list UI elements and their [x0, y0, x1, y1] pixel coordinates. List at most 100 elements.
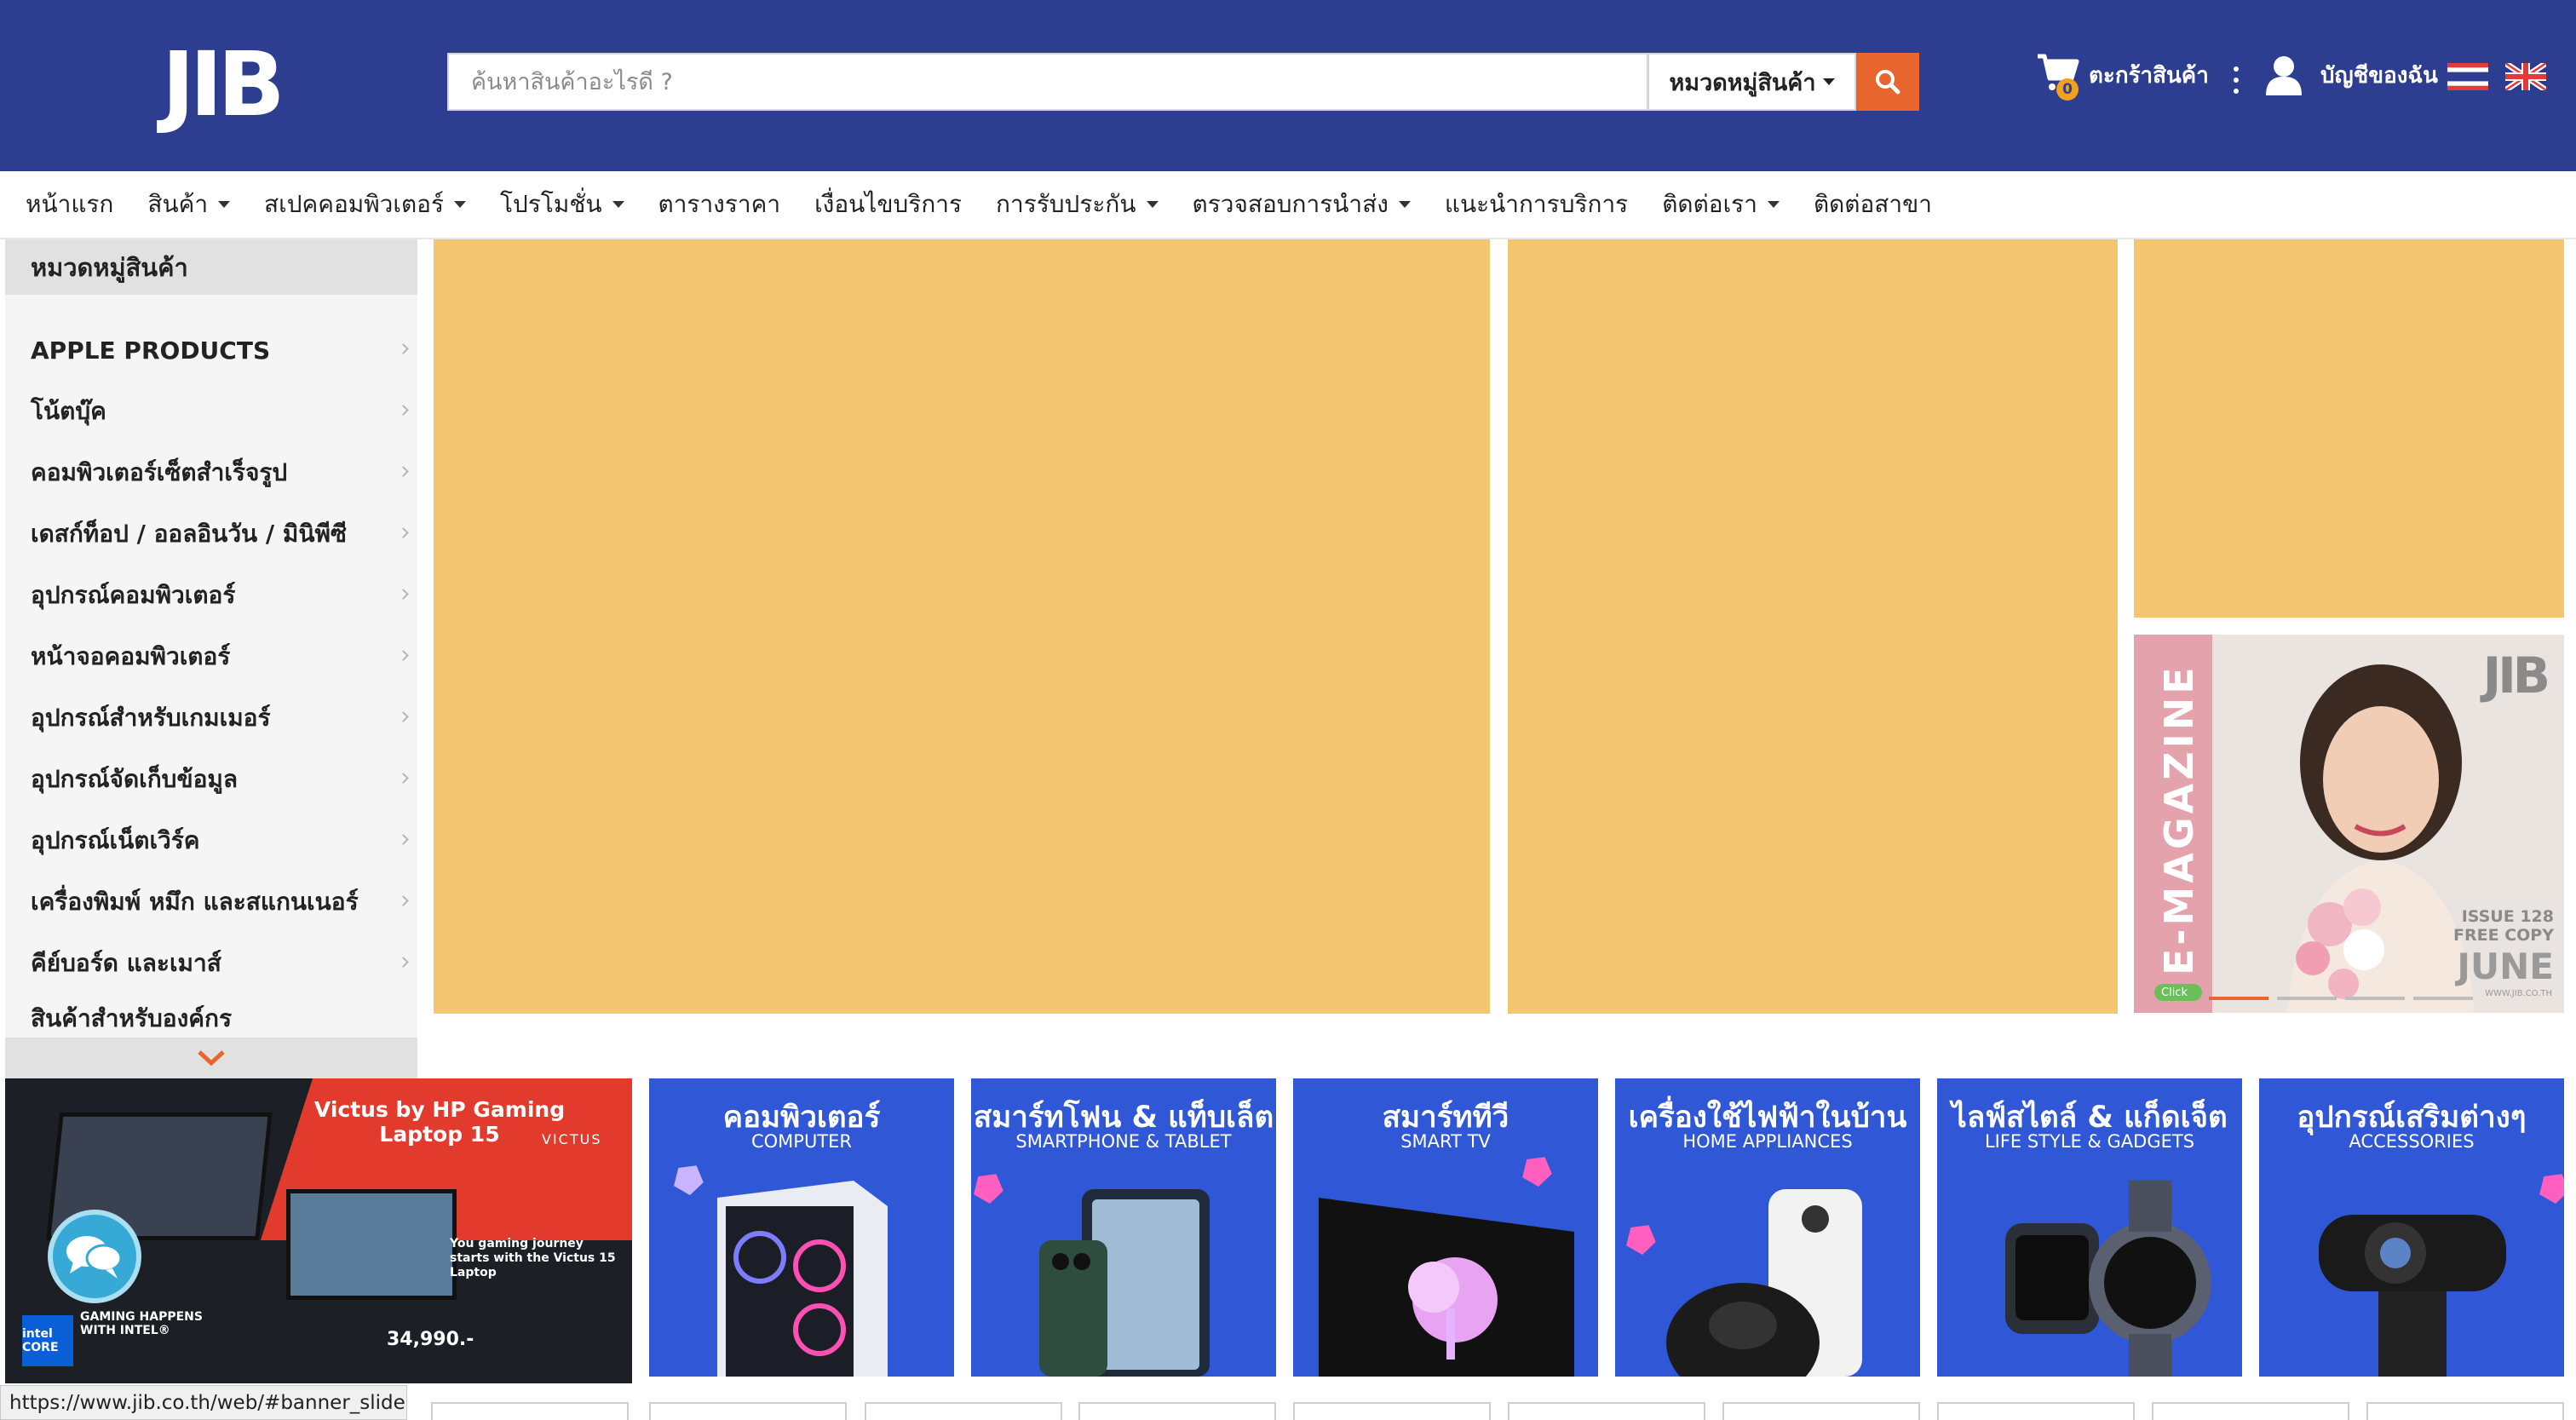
appliance-image	[1666, 1189, 1862, 1377]
category-tile-home-appliances[interactable]: เครื่องใช้ไฟฟ้าในบ้าน HOME APPLIANCES	[1615, 1078, 1920, 1377]
sidebar-item-label: อุปกรณ์สำหรับเกมเมอร์	[31, 704, 271, 732]
tile-subtitle: HOME APPLIANCES	[1682, 1131, 1853, 1152]
category-tile-computer[interactable]: คอมพิวเตอร์ COMPUTER	[649, 1078, 954, 1377]
sidebar-item-label: คีย์บอร์ด และเมาส์	[31, 949, 221, 977]
sidebar-item-storage[interactable]: อุปกรณ์จัดเก็บข้อมูล	[5, 749, 417, 810]
sidebar-item-desktop[interactable]: เดสก์ท็อป / ออลอินวัน / มินิพีซี	[5, 503, 417, 565]
sidebar-item-pc-set[interactable]: คอมพิวเตอร์เซ็ตสำเร็จรูป	[5, 442, 417, 503]
thai-flag-icon[interactable]	[2447, 63, 2488, 90]
category-select[interactable]: หมวดหมู่สินค้า	[1648, 53, 1856, 111]
brand-logo-tile[interactable]	[1508, 1402, 1705, 1420]
nav-track-delivery[interactable]: ตรวจสอบการนำส่ง	[1193, 186, 1411, 223]
search-input[interactable]	[449, 55, 1650, 109]
chevron-right-icon	[398, 895, 409, 906]
sidebar-heading: หมวดหมู่สินค้า	[5, 239, 417, 295]
smartwatch-image	[2005, 1181, 2211, 1377]
account-link[interactable]: บัญชีของฉัน	[2264, 49, 2438, 101]
decor-gem-icon	[1622, 1218, 1661, 1257]
nav-home[interactable]: หน้าแรก	[26, 186, 113, 223]
top-right-banner[interactable]	[2134, 239, 2564, 618]
caret-down-icon	[454, 201, 467, 208]
chat-button[interactable]	[48, 1210, 141, 1303]
decor-gem-icon	[971, 1167, 1009, 1206]
sidebar-item-monitor[interactable]: หน้าจอคอมพิวเตอร์	[5, 626, 417, 687]
caret-down-icon	[1398, 201, 1411, 208]
tile-subtitle: SMART TV	[1400, 1131, 1491, 1152]
jib-logo[interactable]: JIB	[162, 36, 315, 134]
brand-logo-tile[interactable]	[649, 1402, 847, 1420]
side-banner[interactable]	[1508, 239, 2118, 1014]
cart-icon: 0	[2036, 51, 2080, 101]
nav-pc-spec[interactable]: สเปคคอมพิวเตอร์	[264, 186, 467, 223]
brand-logo-tile[interactable]	[2366, 1402, 2564, 1420]
brand-logo-tile[interactable]	[431, 1402, 629, 1420]
sidebar-item-keyboard-mouse[interactable]: คีย์บอร์ด และเมาส์	[5, 933, 417, 994]
sidebar-item-gaming[interactable]: อุปกรณ์สำหรับเกมเมอร์	[5, 687, 417, 749]
victus-title: Victus by HP Gaming Laptop 15	[313, 1097, 566, 1147]
category-tile-smartphone[interactable]: สมาร์ทโฟน & แท็บเล็ต SMARTPHONE & TABLET	[971, 1078, 1276, 1377]
sidebar-item-notebook[interactable]: โน้ตบุ๊ค	[5, 381, 417, 442]
tile-subtitle: LIFE STYLE & GADGETS	[1984, 1131, 2195, 1152]
nav-terms[interactable]: เงื่อนไขบริการ	[814, 186, 962, 223]
nav-branches[interactable]: ติดต่อสาขา	[1814, 186, 1932, 223]
magazine-slide-indicator	[2209, 997, 2481, 1000]
brand-logo-tile[interactable]	[1722, 1402, 1920, 1420]
sidebar-item-label: APPLE PRODUCTS	[31, 336, 271, 365]
nav-contact[interactable]: ติดต่อเรา	[1662, 186, 1780, 223]
brand-logo-tile[interactable]	[865, 1402, 1062, 1420]
phone-tablet-image	[1039, 1189, 1210, 1377]
search-button[interactable]	[1856, 53, 1919, 111]
nav-warranty[interactable]: การรับประกัน	[996, 186, 1159, 223]
magazine-issue-number: ISSUE 128	[2461, 907, 2554, 926]
magazine-cover-model-image	[2287, 664, 2475, 1013]
chevron-right-icon	[398, 405, 409, 416]
nav-label: เงื่อนไขบริการ	[814, 190, 963, 218]
slide-dot[interactable]	[2345, 997, 2405, 1000]
magazine-issue: ISSUE 128 FREE COPY	[2453, 907, 2554, 945]
chevron-right-icon	[398, 589, 409, 600]
main-banner[interactable]	[434, 239, 1490, 1014]
uk-flag-icon[interactable]	[2505, 63, 2546, 90]
sidebar-item-enterprise[interactable]: สินค้าสำหรับองค์กร	[5, 994, 417, 1038]
slide-dot[interactable]	[2277, 997, 2337, 1000]
tile-subtitle: SMARTPHONE & TABLET	[1015, 1131, 1232, 1152]
sidebar-item-network[interactable]: อุปกรณ์เน็ตเวิร์ค	[5, 810, 417, 871]
brand-logo-tile[interactable]	[1937, 1402, 2135, 1420]
nav-label: แนะนำการบริการ	[1444, 190, 1629, 218]
nav-price-list[interactable]: ตารางราคา	[658, 186, 781, 223]
nav-promotion[interactable]: โปรโมชั่น	[500, 186, 624, 223]
sidebar-expand-button[interactable]	[5, 1038, 417, 1078]
slide-dot[interactable]	[2209, 997, 2268, 1000]
chevron-right-icon	[398, 711, 409, 722]
page: JIB หมวดหมู่สินค้า 0 ตะกร้า	[0, 0, 2576, 1420]
sidebar-item-printer[interactable]: เครื่องพิมพ์ หมึก และสแกนเนอร์	[5, 871, 417, 933]
category-tile-smart-tv[interactable]: สมาร์ททีวี SMART TV	[1293, 1078, 1598, 1377]
category-tile-accessories[interactable]: อุปกรณ์เสริมต่างๆ ACCESSORIES	[2259, 1078, 2564, 1377]
magazine-free-copy: FREE COPY	[2453, 926, 2554, 945]
brand-logo-tile[interactable]	[2152, 1402, 2349, 1420]
sidebar-item-label: สินค้าสำหรับองค์กร	[31, 1004, 232, 1032]
nav-service-guide[interactable]: แนะนำการบริการ	[1445, 186, 1628, 223]
browser-status-url: https://www.jib.co.th/web/#banner_slide	[0, 1385, 407, 1420]
e-magazine-banner[interactable]: E-MAGAZINE JIB ISSUE 128 FREE COPY JUNE …	[2134, 635, 2564, 1013]
category-tile-lifestyle[interactable]: ไลฟ์สไตล์ & แก็ดเจ็ต LIFE STYLE & GADGET…	[1937, 1078, 2242, 1377]
chevron-right-icon	[398, 466, 409, 477]
caret-down-icon	[1146, 201, 1159, 208]
sidebar-item-label: อุปกรณ์คอมพิวเตอร์	[31, 581, 236, 609]
brand-logo-tile[interactable]	[1293, 1402, 1491, 1420]
cart-link[interactable]: 0 ตะกร้าสินค้า	[2036, 49, 2209, 101]
nav-label: หน้าแรก	[26, 190, 114, 218]
magazine-click-button[interactable]: Click	[2154, 984, 2202, 1001]
search-icon	[1876, 70, 1900, 95]
nav-label: ติดต่อเรา	[1662, 190, 1757, 218]
nav-products[interactable]: สินค้า	[147, 186, 231, 223]
sidebar-item-label: คอมพิวเตอร์เซ็ตสำเร็จรูป	[31, 458, 288, 486]
slide-dot[interactable]	[2413, 997, 2473, 1000]
kebab-menu-icon[interactable]	[2234, 66, 2240, 94]
brand-logo-tile[interactable]	[1078, 1402, 1276, 1420]
account-label: บัญชีของฉัน	[2320, 62, 2438, 89]
sidebar-item-label: เครื่องพิมพ์ หมึก และสแกนเนอร์	[31, 888, 359, 916]
sidebar-item-computer-parts[interactable]: อุปกรณ์คอมพิวเตอร์	[5, 565, 417, 626]
laptop-image	[286, 1189, 457, 1300]
sidebar-item-apple[interactable]: APPLE PRODUCTS	[5, 319, 417, 381]
